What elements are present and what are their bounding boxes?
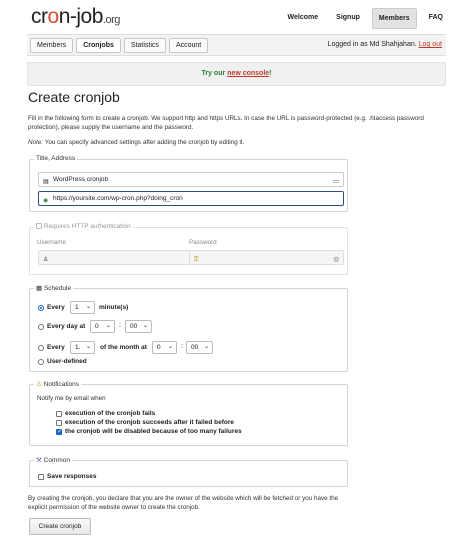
save-responses-label: Save responses xyxy=(47,473,97,480)
bell-icon: ⚠ xyxy=(36,381,42,388)
auth-legend: Requires HTTP authentication xyxy=(34,223,133,230)
schedule-legend: ▦ Schedule xyxy=(34,284,74,292)
chevron-down-icon: ⌄ xyxy=(85,304,91,310)
document-icon: ▤ xyxy=(43,179,49,185)
colon: : xyxy=(119,322,121,329)
globe-icon: ◉ xyxy=(43,198,49,204)
radio-user-defined[interactable] xyxy=(38,359,44,365)
user-icon: ♙ xyxy=(43,257,49,263)
password-input[interactable]: ⚿ ◎ xyxy=(189,250,344,265)
logo[interactable]: cron-job.org xyxy=(31,5,120,29)
month-hour-select[interactable]: 0 ⌄ xyxy=(152,341,177,354)
colon: : xyxy=(181,343,183,350)
title-address-legend: Title, Address xyxy=(34,155,78,162)
chevron-down-icon: ⌄ xyxy=(167,344,173,350)
notify-disabled-checkbox[interactable] xyxy=(56,428,62,435)
nav-faq[interactable]: FAQ xyxy=(423,8,449,29)
card-icon: ▭ xyxy=(332,178,339,185)
wrench-icon: ⚒ xyxy=(36,457,42,464)
every-label: Every xyxy=(47,304,65,311)
title-input[interactable]: ▤ WordPress cronjob ▭ xyxy=(38,172,344,187)
nav-welcome[interactable]: Welcome xyxy=(282,8,325,29)
nav-signup[interactable]: Signup xyxy=(330,8,366,29)
every-day-label: Every day at xyxy=(47,323,86,330)
notifications-fieldset: ⚠ Notifications Notify me by email when … xyxy=(29,380,348,446)
intro-text: Fill in the following form to create a c… xyxy=(28,115,424,131)
notify-succeed-label: execution of the cronjob succeeds after … xyxy=(65,419,235,426)
key-icon: ⚿ xyxy=(194,257,199,263)
new-console-link[interactable]: new console xyxy=(227,70,269,77)
chevron-down-icon: ⌄ xyxy=(142,323,148,329)
top-nav: Welcome Signup Members FAQ xyxy=(282,8,449,29)
create-cronjob-button[interactable]: Create cronjob xyxy=(29,518,91,535)
tab-cronjobs[interactable]: Cronjobs xyxy=(76,38,121,53)
tab-statistics[interactable]: Statistics xyxy=(123,38,166,53)
logout-link[interactable]: Log out xyxy=(419,41,442,48)
notify-fail-checkbox[interactable] xyxy=(56,411,62,417)
minutes-select[interactable]: 1 ⌄ xyxy=(70,301,95,314)
every-month-label: Every xyxy=(47,344,65,351)
site-header: cron-job.org Welcome Signup Members FAQ xyxy=(0,0,474,34)
notifications-legend: ⚠ Notifications xyxy=(34,380,82,388)
tab-members[interactable]: Members xyxy=(30,38,74,53)
calendar-icon: ▦ xyxy=(36,285,43,292)
auth-checkbox[interactable] xyxy=(36,223,42,229)
console-banner: Try our new console! xyxy=(27,62,446,86)
declaration-text: By creating the cronjob, you declare tha… xyxy=(28,495,339,511)
user-defined-label: User-defined xyxy=(47,358,87,365)
schedule-fieldset: ▦ Schedule Every 1 ⌄ minute(s) Every day … xyxy=(29,284,348,372)
common-legend: ⚒ Common xyxy=(34,456,73,464)
save-responses-checkbox[interactable] xyxy=(38,474,44,480)
title-address-fieldset: Title, Address ▤ WordPress cronjob ▭ ◉ h… xyxy=(29,155,348,212)
common-fieldset: ⚒ Common Save responses xyxy=(29,456,348,487)
day-min-select[interactable]: 00 ⌄ xyxy=(125,320,152,333)
notify-fail-label: execution of the cronjob fails xyxy=(65,410,156,417)
nav-members[interactable]: Members xyxy=(371,8,417,29)
notify-disabled-label: the cronjob will be disabled because of … xyxy=(65,428,242,435)
chevron-down-icon: ⌄ xyxy=(85,344,91,350)
tab-account[interactable]: Account xyxy=(168,38,209,53)
radio-every-month[interactable] xyxy=(38,345,44,351)
month-min-select[interactable]: 00 ⌄ xyxy=(186,341,213,354)
notify-intro: Notify me by email when xyxy=(37,395,106,402)
day-hour-select[interactable]: 0 ⌄ xyxy=(90,320,115,333)
chevron-down-icon: ⌄ xyxy=(203,344,209,350)
note-text: Note: You can specify advanced settings … xyxy=(28,139,245,146)
page-title: Create cronjob xyxy=(28,89,120,105)
radio-every-minutes[interactable] xyxy=(38,305,44,311)
password-label: Password xyxy=(189,239,217,246)
eye-icon: ◎ xyxy=(333,256,339,263)
chevron-down-icon: ⌄ xyxy=(105,323,111,329)
username-label: Username xyxy=(37,239,67,246)
radio-every-day[interactable] xyxy=(38,324,44,330)
minutes-label: minute(s) xyxy=(99,304,129,311)
url-input[interactable]: ◉ https://yoursite.com/wp-cron.php?doing… xyxy=(38,191,344,206)
of-month-label: of the month at xyxy=(100,344,147,351)
notify-succeed-checkbox[interactable] xyxy=(56,420,62,426)
login-status: Logged in as Md Shahjahan. Log out xyxy=(327,41,442,48)
month-day-select[interactable]: 1. ⌄ xyxy=(70,341,95,354)
username-input[interactable]: ♙ xyxy=(38,250,190,265)
auth-fieldset: Requires HTTP authentication Username Pa… xyxy=(29,223,348,275)
sub-nav: Members Cronjobs Statistics Account Logg… xyxy=(27,34,446,56)
